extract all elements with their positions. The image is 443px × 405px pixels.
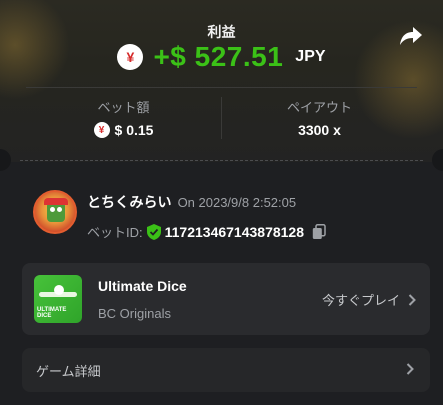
bet-datetime: On 2023/9/8 2:52:05 xyxy=(177,195,297,210)
avatar-hat xyxy=(44,198,68,205)
play-now-button[interactable]: 今すぐプレイ xyxy=(322,290,416,309)
profit-row: ¥ +$ 527.51 JPY xyxy=(0,40,443,74)
bet-amount-value: $ 0.15 xyxy=(114,122,154,138)
game-thumbnail-text: ULTIMATE DICE xyxy=(37,307,67,319)
payout-stat: ペイアウト 3300 x xyxy=(221,97,417,139)
bet-id-value: 117213467143878128 xyxy=(164,223,305,240)
shield-check-icon xyxy=(146,223,161,240)
bet-amount-value-row: ¥ $ 0.15 xyxy=(26,122,221,138)
divider xyxy=(26,87,417,88)
avatar[interactable] xyxy=(33,190,77,234)
dashed-divider xyxy=(20,160,423,161)
game-text: Ultimate Dice BC Originals xyxy=(98,278,187,321)
bet-amount-label: ベット額 xyxy=(97,100,150,115)
yen-icon: ¥ xyxy=(93,122,110,138)
bet-stats: ベット額 ¥ $ 0.15 ペイアウト 3300 x xyxy=(26,97,417,139)
user-block: とちくみらい On 2023/9/8 2:52:05 ベットID: 117213… xyxy=(33,190,326,242)
avatar-eye xyxy=(50,207,55,212)
profit-header: 利益 ¥ +$ 527.51 JPY ベット額 ¥ $ 0.15 ペイアウト 3… xyxy=(0,0,443,162)
avatar-eye xyxy=(57,207,62,212)
copy-icon[interactable] xyxy=(312,223,326,240)
profit-currency: JPY xyxy=(295,48,326,65)
play-now-label: 今すぐプレイ xyxy=(321,293,400,308)
game-details-row[interactable]: ゲーム詳細 xyxy=(22,348,430,392)
payout-value: 3300 x xyxy=(298,122,341,138)
chevron-right-icon xyxy=(406,363,414,375)
payout-label: ペイアウト xyxy=(286,100,352,115)
profit-value: +$ 527.51 xyxy=(153,41,284,72)
game-card[interactable]: ULTIMATE DICE Ultimate Dice BC Originals… xyxy=(22,263,430,335)
game-provider: BC Originals xyxy=(98,305,171,321)
game-details-label: ゲーム詳細 xyxy=(36,363,101,379)
avatar-face xyxy=(47,202,65,222)
bet-amount-stat: ベット額 ¥ $ 0.15 xyxy=(26,97,221,139)
yen-icon: ¥ xyxy=(117,44,144,70)
bet-id-label: ベットID: xyxy=(87,225,143,240)
thumb-knob xyxy=(54,285,64,295)
ticket-notch-right xyxy=(432,149,443,171)
user-name[interactable]: とちくみらい xyxy=(87,192,172,212)
user-info: とちくみらい On 2023/9/8 2:52:05 ベットID: 117213… xyxy=(87,190,326,242)
chevron-right-icon xyxy=(408,293,416,306)
game-thumbnail: ULTIMATE DICE xyxy=(34,275,82,323)
game-name: Ultimate Dice xyxy=(98,277,187,294)
profit-title: 利益 xyxy=(207,24,236,40)
bet-id-line: ベットID: 117213467143878128 xyxy=(87,222,326,241)
user-line: とちくみらい On 2023/9/8 2:52:05 xyxy=(87,192,326,212)
bet-details-modal: 利益 ¥ +$ 527.51 JPY ベット額 ¥ $ 0.15 ペイアウト 3… xyxy=(0,0,443,405)
